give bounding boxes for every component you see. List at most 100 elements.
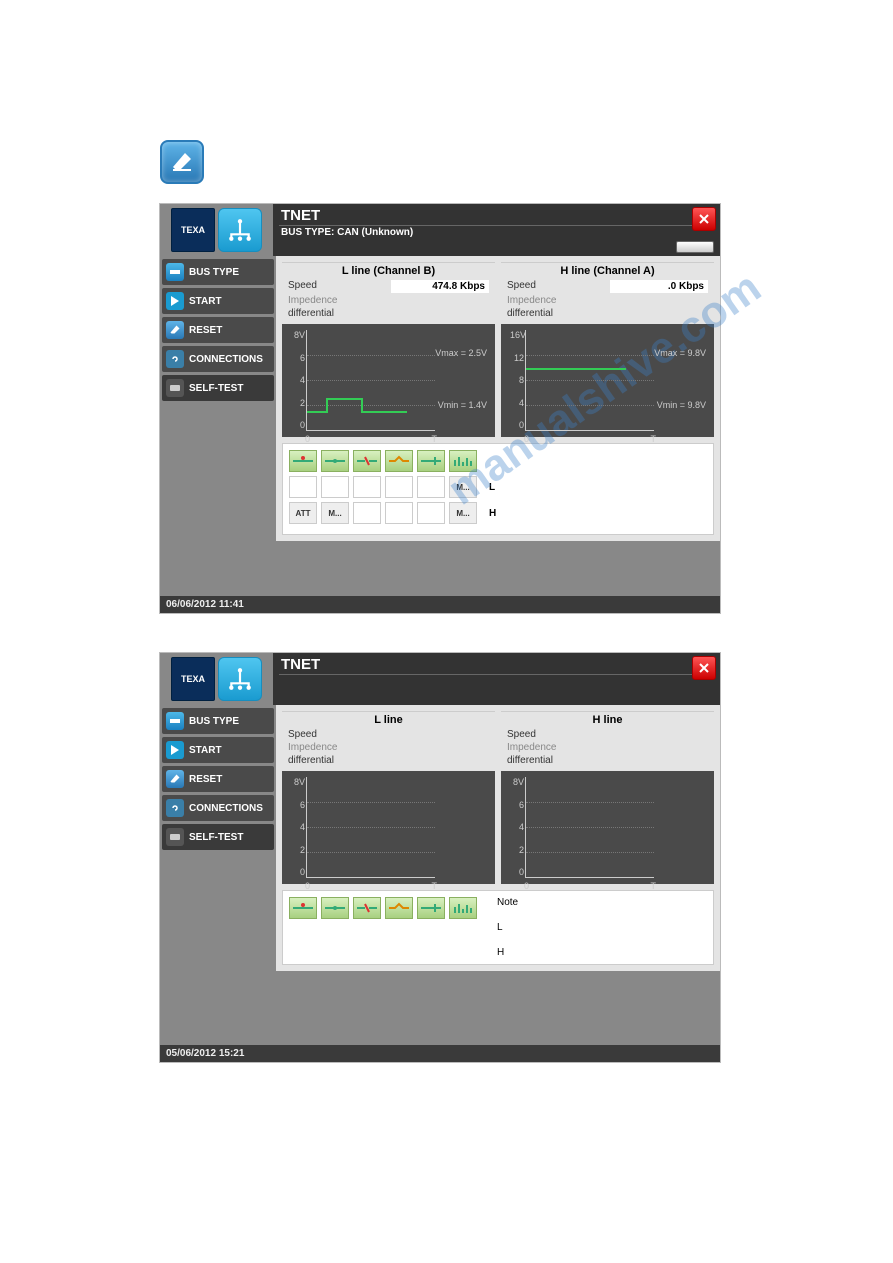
impedence-label: Impedence [288,742,337,753]
window-title: TNET [273,204,720,225]
sidebar-reset[interactable]: RESET [162,317,274,343]
channel-h-title: H line [501,711,714,728]
window-title: TNET [273,653,720,674]
impedence-label: Impedence [288,295,337,306]
ytick: 4 [510,822,524,832]
sidebar-label: BUS TYPE [189,716,239,727]
channel-h: H line (Channel A) Speed.0 Kbps Impedenc… [501,262,714,437]
sidebar-start[interactable]: START [162,737,274,763]
network-icon [227,217,253,243]
status-cell [353,476,381,498]
status-cell: M... [449,502,477,524]
xtick: 0 [524,434,529,444]
sidebar-start[interactable]: START [162,288,274,314]
xlabel: T [432,434,438,444]
status-token[interactable] [353,897,381,919]
row-label-l: L [497,922,707,933]
self-test-icon [166,828,184,846]
impedence-label: Impedence [507,742,556,753]
logo-area: TEXA [160,204,273,256]
footer-datetime: 05/06/2012 15:21 [160,1045,720,1062]
status-token[interactable] [321,450,349,472]
sidebar-label: CONNECTIONS [189,803,263,814]
eraser-icon [166,321,184,339]
sidebar-label: SELF-TEST [189,383,243,394]
status-cell: ATT [289,502,317,524]
chart-h: 8V 6 4 2 0 0T [501,771,714,884]
speed-value: .0 Kbps [610,280,708,293]
vmax-label: Vmax = 2.5V [435,348,487,358]
ytick: 2 [510,845,524,855]
speed-label: Speed [288,729,317,740]
close-button[interactable] [692,656,716,680]
ytick: 0 [291,420,305,430]
xlabel: T [432,881,438,891]
sidebar-bus-type[interactable]: BUS TYPE [162,708,274,734]
trace-l [307,330,407,430]
screenshot-1: manualshive.com TEXA TNET BUS TYPE: CAN … [160,204,720,613]
status-cell [289,476,317,498]
channel-h: H line Speed Impedence differential 8V 6… [501,711,714,884]
close-button[interactable] [692,207,716,231]
ytick: 4 [291,375,305,385]
sidebar-label: START [189,745,222,756]
xlabel: T [651,434,657,444]
xtick: 0 [524,881,529,891]
status-cell [353,502,381,524]
status-token[interactable] [289,897,317,919]
sidebar-label: RESET [189,325,222,336]
status-cell [417,502,445,524]
vmin-label: Vmin = 1.4V [438,400,487,410]
link-icon [166,350,184,368]
sidebar-label: BUS TYPE [189,267,239,278]
sidebar-self-test[interactable]: SELF-TEST [162,824,274,850]
channel-h-title: H line (Channel A) [501,262,714,279]
sidebar-connections[interactable]: CONNECTIONS [162,795,274,821]
row-label-h: H [489,508,496,519]
bus-icon [166,263,184,281]
network-icon [227,666,253,692]
ytick: 4 [510,398,524,408]
sidebar-self-test[interactable]: SELF-TEST [162,375,274,401]
status-token[interactable] [449,450,477,472]
tnet-icon [218,208,262,252]
status-cell [417,476,445,498]
screenshot-2: TEXA TNET BUS TYPE [160,653,720,1062]
ytick: 6 [291,800,305,810]
sidebar-reset[interactable]: RESET [162,766,274,792]
status-token[interactable] [449,897,477,919]
row-label-h: H [497,947,707,958]
reset-icon-large [160,140,204,184]
xtick: 0 [305,434,310,444]
chart-l: 8V 6 4 2 0 Vmax = 2.5V Vmin [282,324,495,437]
sidebar-label: SELF-TEST [189,832,243,843]
status-grid: M... L ATT M... M... H [282,443,714,535]
status-token[interactable] [353,450,381,472]
footer-datetime: 06/06/2012 11:41 [160,596,720,613]
status-token[interactable] [417,897,445,919]
link-icon [166,799,184,817]
speed-label: Speed [507,280,536,293]
status-token[interactable] [289,450,317,472]
texa-logo: TEXA [171,657,215,701]
channel-l: L line (Channel B) Speed474.8 Kbps Imped… [282,262,495,437]
channel-l-title: L line [282,711,495,728]
connection-indicator [676,241,714,253]
status-cell: M... [449,476,477,498]
status-token[interactable] [321,897,349,919]
note-label: Note [497,897,707,908]
sidebar-bus-type[interactable]: BUS TYPE [162,259,274,285]
sidebar-connections[interactable]: CONNECTIONS [162,346,274,372]
speed-label: Speed [288,280,317,293]
self-test-icon [166,379,184,397]
status-grid: Note L H [282,890,714,965]
play-icon [166,741,184,759]
ytick: 6 [291,353,305,363]
bus-icon [166,712,184,730]
status-token[interactable] [385,450,413,472]
status-token[interactable] [417,450,445,472]
row-label-l: L [489,482,495,493]
vmin-label: Vmin = 9.8V [657,400,706,410]
status-token[interactable] [385,897,413,919]
speed-label: Speed [507,729,536,740]
